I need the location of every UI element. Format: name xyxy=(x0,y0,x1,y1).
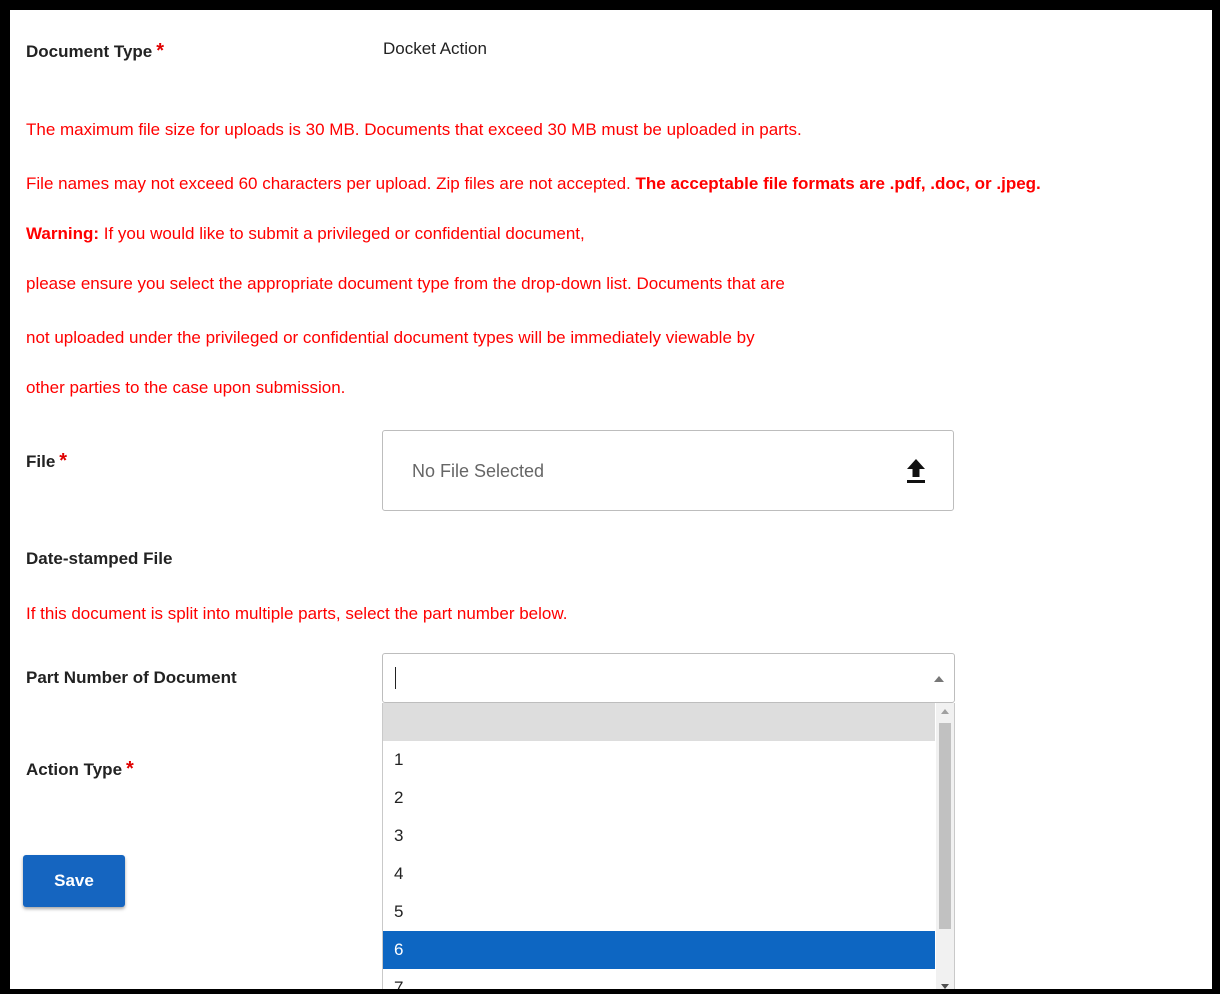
dropdown-option[interactable]: 1 xyxy=(383,741,935,779)
dropdown-scrollbar[interactable] xyxy=(936,703,954,989)
filename-rule-notice: File names may not exceed 60 characters … xyxy=(26,174,1041,194)
document-type-label-text: Document Type xyxy=(26,42,153,61)
part-number-dropdown-list[interactable]: 1 2 3 4 5 6 7 xyxy=(382,703,955,989)
scroll-up-icon[interactable] xyxy=(941,709,949,714)
part-number-label: Part Number of Document xyxy=(26,668,237,687)
file-label: File * xyxy=(26,450,67,473)
action-type-label: Action Type * xyxy=(26,758,134,781)
document-type-label: Document Type * xyxy=(26,40,164,63)
warning-notice: Warning: If you would like to submit a p… xyxy=(26,224,585,244)
dropdown-option[interactable]: 5 xyxy=(383,893,935,931)
file-upload-field[interactable]: No File Selected xyxy=(382,430,954,511)
arrow-up-icon[interactable] xyxy=(934,676,944,682)
dropdown-option[interactable]: 4 xyxy=(383,855,935,893)
required-marker: * xyxy=(126,758,134,780)
scrollbar-thumb[interactable] xyxy=(939,723,951,929)
part-number-select[interactable] xyxy=(382,653,955,703)
save-button[interactable]: Save xyxy=(23,855,125,907)
warning-line3: not uploaded under the privileged or con… xyxy=(26,328,755,347)
action-type-label-text: Action Type xyxy=(26,760,123,779)
required-marker: * xyxy=(156,40,165,62)
dropdown-option-selected[interactable]: 6 xyxy=(383,931,935,969)
dropdown-option[interactable]: 3 xyxy=(383,817,935,855)
required-marker: * xyxy=(59,450,68,472)
dropdown-option[interactable]: 2 xyxy=(383,779,935,817)
date-stamped-file-label: Date-stamped File xyxy=(26,549,173,568)
dropdown-option[interactable] xyxy=(383,703,935,741)
warning-label: Warning: xyxy=(26,224,100,243)
formats-rule-text: The acceptable file formats are .pdf, .d… xyxy=(635,174,1041,193)
text-caret xyxy=(395,667,396,689)
filename-rule-text: File names may not exceed 60 characters … xyxy=(26,174,631,193)
dropdown-option[interactable]: 7 xyxy=(383,969,935,989)
form-panel: Document Type * Docket Action The maximum… xyxy=(10,10,1212,989)
warning-line2: please ensure you select the appropriate… xyxy=(26,274,785,293)
size-limit-notice: The maximum file size for uploads is 30 … xyxy=(26,120,802,139)
warning-line4: other parties to the case upon submissio… xyxy=(26,378,346,397)
warning-line1: If you would like to submit a privileged… xyxy=(103,224,585,243)
document-type-value: Docket Action xyxy=(383,39,487,58)
file-placeholder: No File Selected xyxy=(412,461,545,481)
scroll-down-icon[interactable] xyxy=(941,984,949,989)
split-parts-notice: If this document is split into multiple … xyxy=(26,604,568,623)
upload-icon[interactable] xyxy=(905,457,927,485)
file-label-text: File xyxy=(26,452,56,471)
